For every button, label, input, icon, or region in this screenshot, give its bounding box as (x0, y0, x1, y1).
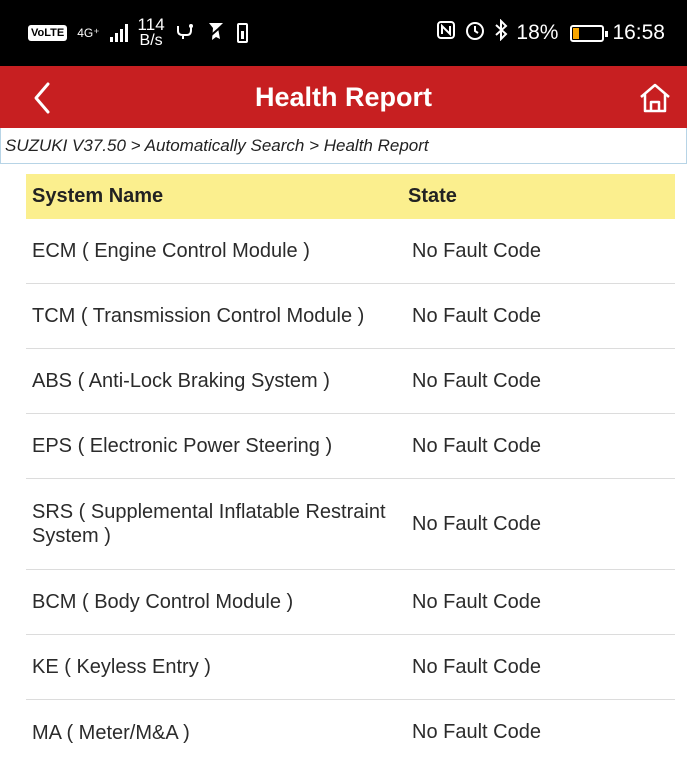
health-report-table: System Name State ECM ( Engine Control M… (26, 174, 675, 765)
speed-unit: B/s (139, 32, 163, 49)
table-row[interactable]: TCM ( Transmission Control Module ) No F… (26, 284, 675, 349)
table-row[interactable]: ABS ( Anti-Lock Braking System ) No Faul… (26, 349, 675, 414)
network-type: 4G⁺ (77, 26, 100, 40)
table-row[interactable]: SRS ( Supplemental Inflatable Restraint … (26, 479, 675, 570)
chevron-left-icon (34, 82, 50, 114)
status-bar: VoLTE 4G⁺ 114 B/s 18% 16:58 (0, 0, 687, 66)
network-speed: 114 B/s (137, 15, 165, 49)
table-row[interactable]: MA ( Meter/M&A ) No Fault Code (26, 700, 675, 765)
system-state: No Fault Code (412, 721, 541, 743)
table-row[interactable]: EPS ( Electronic Power Steering ) No Fau… (26, 414, 675, 479)
home-icon (640, 83, 670, 113)
table-row[interactable]: KE ( Keyless Entry ) No Fault Code (26, 635, 675, 700)
system-name: ECM ( Engine Control Module ) (32, 240, 310, 262)
app-header: Health Report (0, 66, 687, 128)
back-button[interactable] (28, 80, 58, 116)
breadcrumb: SUZUKI V37.50 > Automatically Search > H… (0, 128, 687, 164)
column-header-state: State (408, 185, 457, 207)
battery-fill (573, 27, 579, 39)
nfc-icon (436, 20, 456, 46)
system-state: No Fault Code (412, 239, 541, 262)
status-bar-left: VoLTE 4G⁺ 114 B/s (28, 15, 248, 49)
system-name: TCM ( Transmission Control Module ) (32, 305, 365, 327)
alarm-icon (464, 19, 486, 47)
system-state: No Fault Code (412, 434, 541, 457)
system-name: BCM ( Body Control Module ) (32, 591, 294, 613)
table-header: System Name State (26, 174, 675, 219)
system-state: No Fault Code (412, 369, 541, 392)
system-state: No Fault Code (412, 655, 541, 678)
speed-value: 114 (137, 15, 165, 34)
system-name: EPS ( Electronic Power Steering ) (32, 435, 333, 457)
volte-badge: VoLTE (28, 25, 68, 41)
status-bar-right: 18% 16:58 (436, 18, 665, 47)
battery-alert-icon (236, 23, 248, 43)
system-state: No Fault Code (412, 304, 541, 327)
system-state: No Fault Code (412, 590, 541, 613)
battery-icon (570, 24, 609, 42)
location-off-icon (205, 20, 227, 46)
system-name: KE ( Keyless Entry ) (32, 656, 211, 678)
signal-icon (109, 24, 128, 42)
bluetooth-icon (494, 18, 508, 47)
system-name: ABS ( Anti-Lock Braking System ) (32, 370, 330, 392)
page-title: Health Report (254, 81, 433, 112)
table-row[interactable]: ECM ( Engine Control Module ) No Fault C… (26, 219, 675, 284)
system-name: MA ( Meter/M&A ) (32, 721, 190, 744)
battery-percent: 18% (516, 21, 559, 44)
status-time: 16:58 (612, 21, 665, 44)
table-row[interactable]: BCM ( Body Control Module ) No Fault Cod… (26, 570, 675, 635)
system-state: No Fault Code (412, 512, 541, 535)
column-header-system-name: System Name (32, 185, 164, 207)
usb-icon (175, 21, 195, 45)
system-name: SRS ( Supplemental Inflatable Restraint … (32, 501, 386, 547)
home-button[interactable] (637, 80, 673, 116)
